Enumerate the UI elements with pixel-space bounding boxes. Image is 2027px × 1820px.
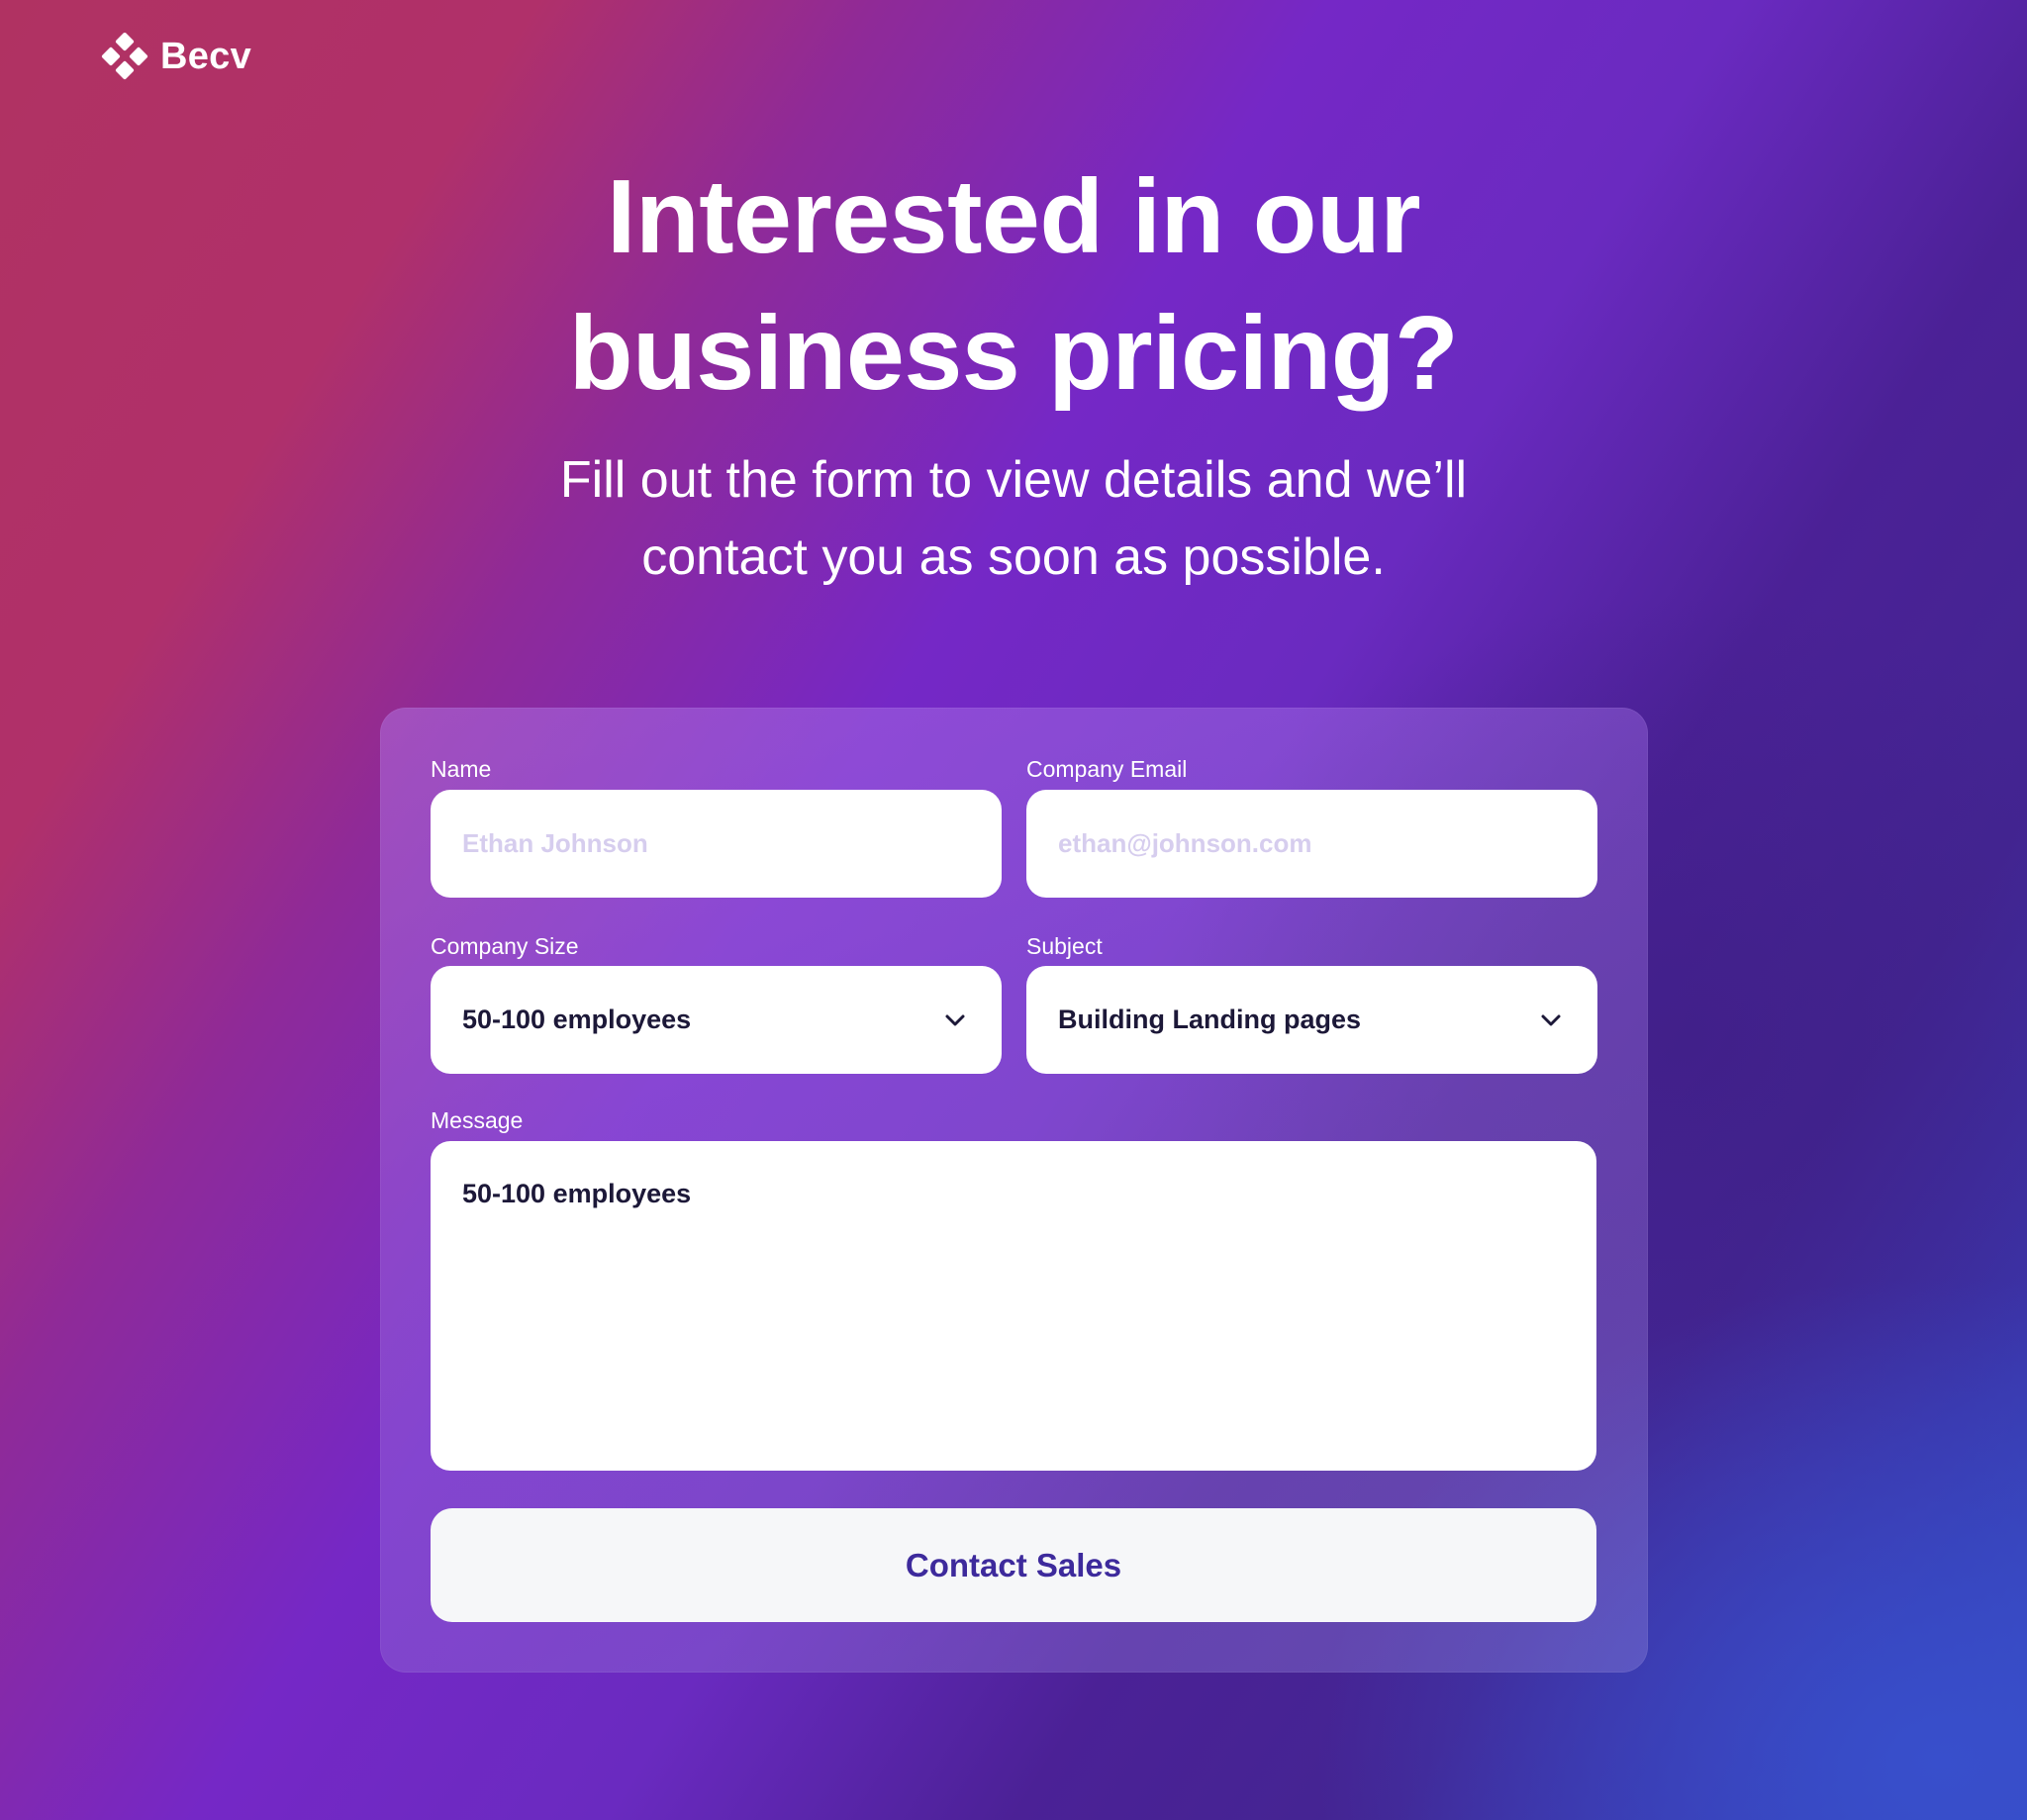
chevron-down-icon — [1541, 1014, 1561, 1025]
page-title-line-1: Interested in our — [607, 158, 1420, 275]
subject-select[interactable]: Building Landing pages — [1026, 966, 1597, 1074]
contact-sales-button[interactable]: Contact Sales — [431, 1508, 1596, 1622]
name-field[interactable] — [431, 790, 1002, 898]
subject-label: Subject — [1026, 933, 1103, 959]
page-subtitle-line-2: contact you as soon as possible. — [641, 528, 1386, 586]
name-input[interactable] — [431, 790, 1002, 898]
subject-value: Building Landing pages — [1058, 1005, 1361, 1034]
company-email-field[interactable] — [1026, 790, 1597, 898]
brand-name: Becv — [160, 35, 252, 77]
chevron-down-icon — [945, 1014, 965, 1025]
company-email-label: Company Email — [1026, 756, 1188, 782]
message-textarea[interactable]: 50-100 employees — [431, 1141, 1596, 1471]
company-email-input[interactable] — [1026, 790, 1597, 898]
contact-form: Name Company Email Company Size 50-100 e… — [380, 708, 1648, 1673]
page-subtitle-line-1: Fill out the form to view details and we… — [559, 451, 1468, 509]
page-subtitle: Fill out the form to view details and we… — [0, 441, 2027, 596]
company-size-label: Company Size — [431, 933, 579, 959]
message-label: Message — [431, 1107, 524, 1133]
company-size-select[interactable]: 50-100 employees — [431, 966, 1002, 1074]
name-label: Name — [431, 756, 492, 782]
company-size-value: 50-100 employees — [462, 1005, 692, 1034]
diamond-grid-logo-icon — [101, 33, 148, 80]
brand[interactable]: Becv — [101, 33, 251, 80]
page-title-line-2: business pricing? — [568, 295, 1459, 412]
page-title: Interested in our business pricing? — [0, 148, 2027, 422]
message-value: 50-100 employees — [462, 1179, 692, 1208]
